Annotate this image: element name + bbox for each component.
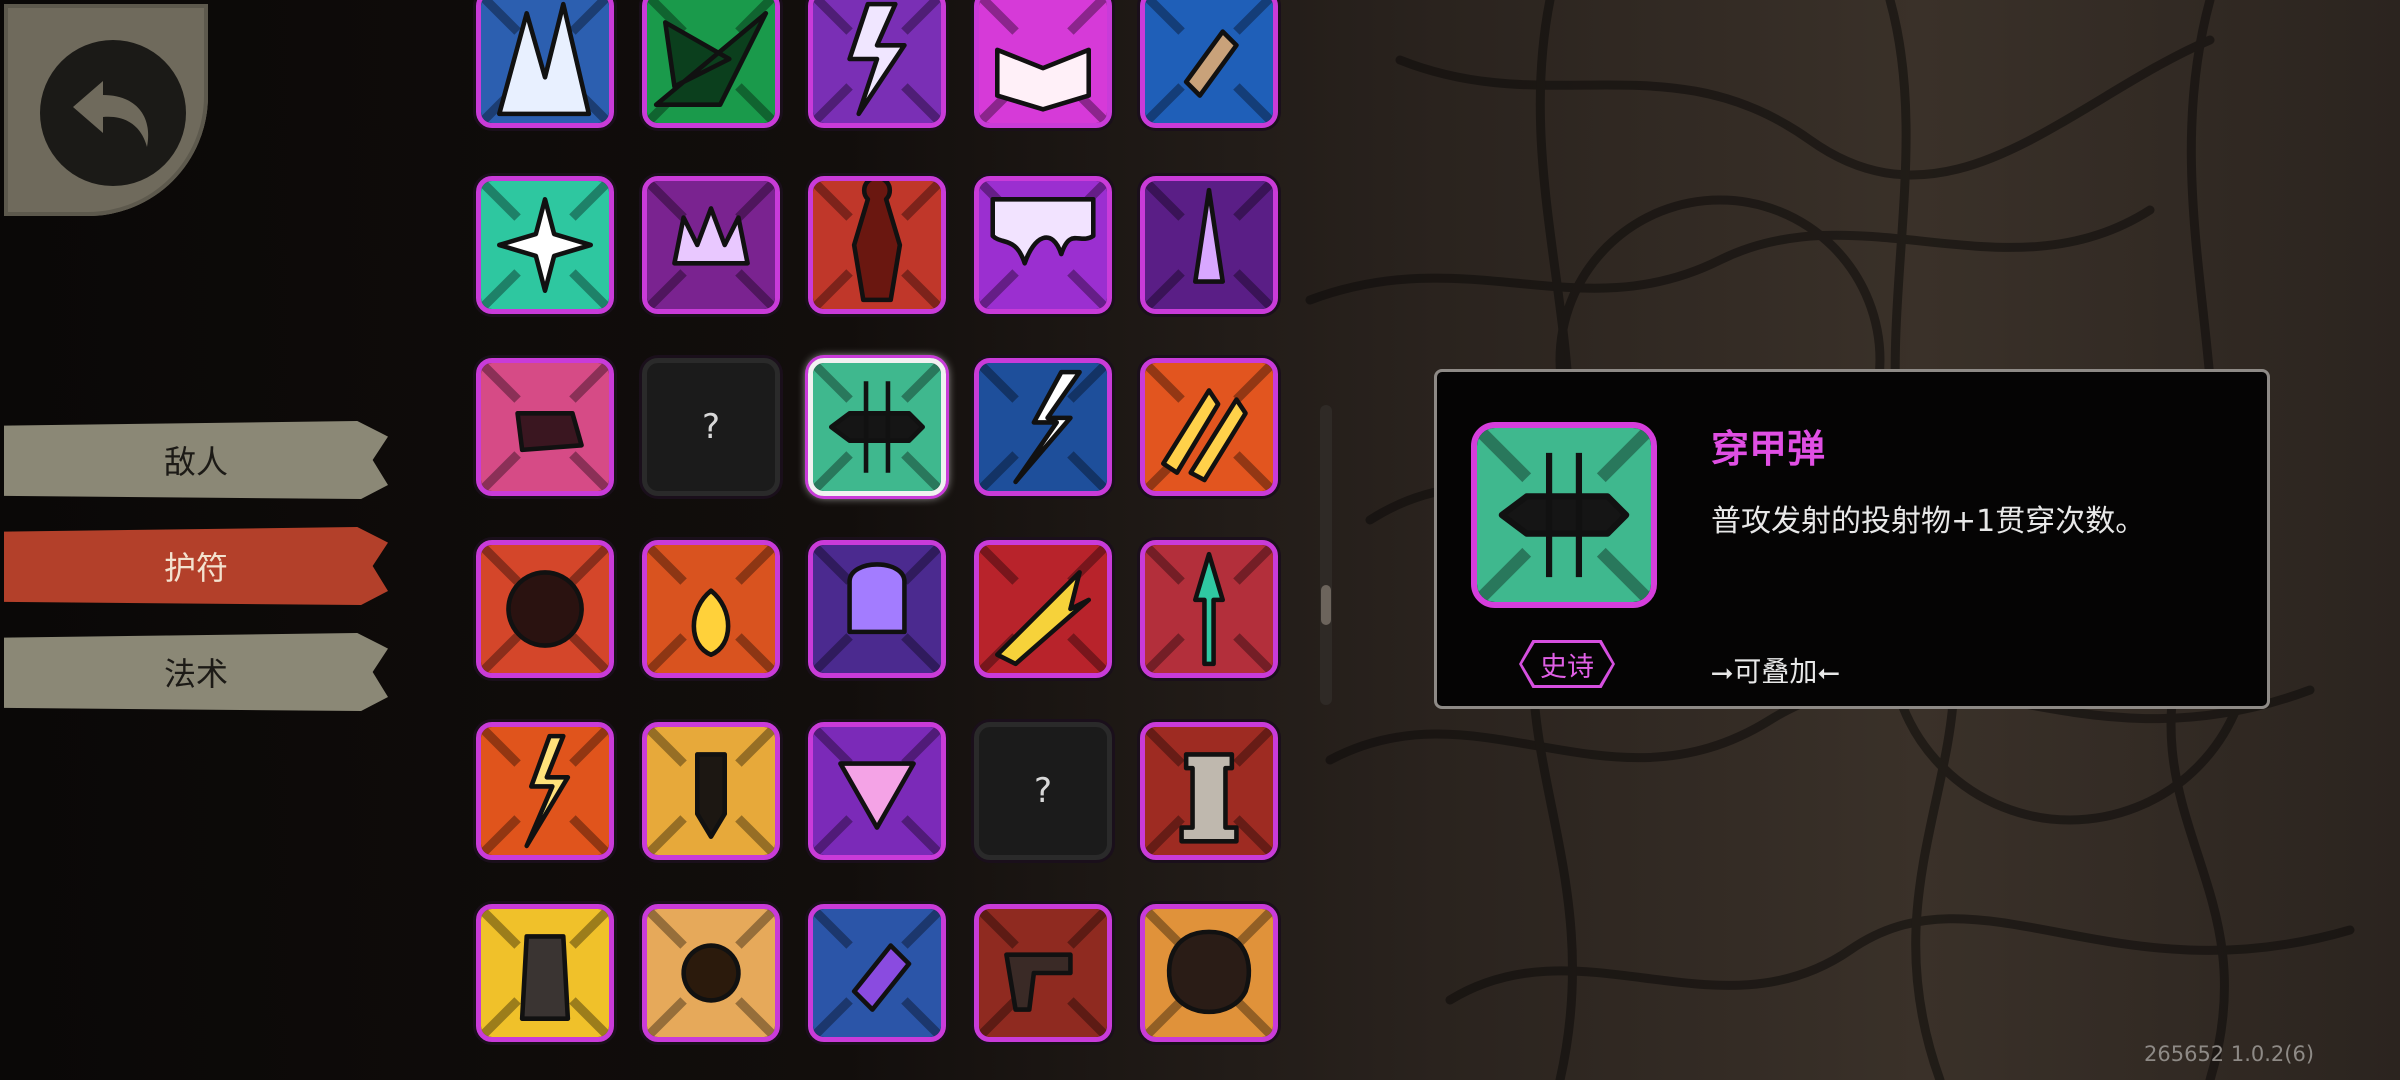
red-pillar-icon[interactable] — [1140, 722, 1278, 860]
tab-spells[interactable]: 法术 — [4, 633, 388, 711]
tab-amulets[interactable]: 护符 — [4, 527, 388, 605]
amulet-name: 穿甲弹 — [1711, 427, 1826, 471]
back-button[interactable] — [4, 4, 208, 216]
purple-skull-icon[interactable] — [808, 540, 946, 678]
yellow-arrow-icon[interactable] — [974, 540, 1112, 678]
rarity-badge: 史诗 — [1519, 640, 1615, 688]
amulet-detail-panel: 史诗 穿甲弹 普攻发射的投射物+1贯穿次数。 ⭢可叠加⭠ — [1434, 369, 2270, 709]
fire-ring-icon[interactable] — [642, 540, 780, 678]
red-body-icon[interactable] — [808, 176, 946, 314]
green-shard-icon[interactable] — [642, 0, 780, 128]
warning-triangle-icon[interactable] — [808, 722, 946, 860]
purple-capsule-icon[interactable] — [808, 904, 946, 1042]
orange-explosion-icon[interactable] — [1140, 904, 1278, 1042]
purple-spike-icon[interactable] — [1140, 176, 1278, 314]
blue-bullet-icon[interactable] — [1140, 0, 1278, 128]
teal-burst-icon[interactable] — [476, 176, 614, 314]
back-arrow-icon — [40, 40, 186, 186]
demon-crown-icon[interactable] — [642, 176, 780, 314]
grid-scrollbar[interactable] — [1320, 405, 1332, 705]
crosshair-icon[interactable] — [476, 540, 614, 678]
armor-piercing-bullet-icon[interactable] — [808, 358, 946, 496]
locked-amulet-slot[interactable]: ? — [974, 722, 1112, 860]
amulet-grid: ?? — [476, 0, 1286, 1080]
tab-enemies[interactable]: 敌人 — [4, 421, 388, 499]
tab-enemies-label: 敌人 — [163, 443, 228, 481]
spellbook-icon[interactable] — [974, 0, 1112, 128]
version-label: 265652 1.0.2(6) — [2144, 1042, 2315, 1066]
tab-amulets-label: 护符 — [163, 549, 228, 587]
unknown-label: ? — [701, 407, 721, 447]
teal-spear-icon[interactable] — [1140, 540, 1278, 678]
orange-lightning-icon[interactable] — [476, 722, 614, 860]
tab-spells-label: 法术 — [163, 655, 228, 693]
rarity-label: 史诗 — [1522, 643, 1612, 685]
yellow-magazine-icon[interactable] — [476, 904, 614, 1042]
blue-lightning-icon[interactable] — [974, 358, 1112, 496]
stackable-label: ⭢可叠加⭠ — [1711, 655, 1840, 688]
armor-piercing-bullet-icon — [1471, 422, 1657, 608]
purple-lightning-icon[interactable] — [808, 0, 946, 128]
locked-amulet-slot[interactable]: ? — [642, 358, 780, 496]
red-pistols-icon[interactable] — [974, 904, 1112, 1042]
pink-fist-icon[interactable] — [476, 358, 614, 496]
blue-crystal-icon[interactable] — [476, 0, 614, 128]
scrollbar-thumb[interactable] — [1321, 585, 1331, 625]
purple-slime-icon[interactable] — [974, 176, 1112, 314]
orange-vortex-icon[interactable] — [642, 904, 780, 1042]
ammo-drop-icon[interactable] — [642, 722, 780, 860]
amulet-description: 普攻发射的投射物+1贯穿次数。 — [1711, 504, 2146, 539]
unknown-label: ? — [1033, 771, 1053, 811]
orange-claw-icon[interactable] — [1140, 358, 1278, 496]
